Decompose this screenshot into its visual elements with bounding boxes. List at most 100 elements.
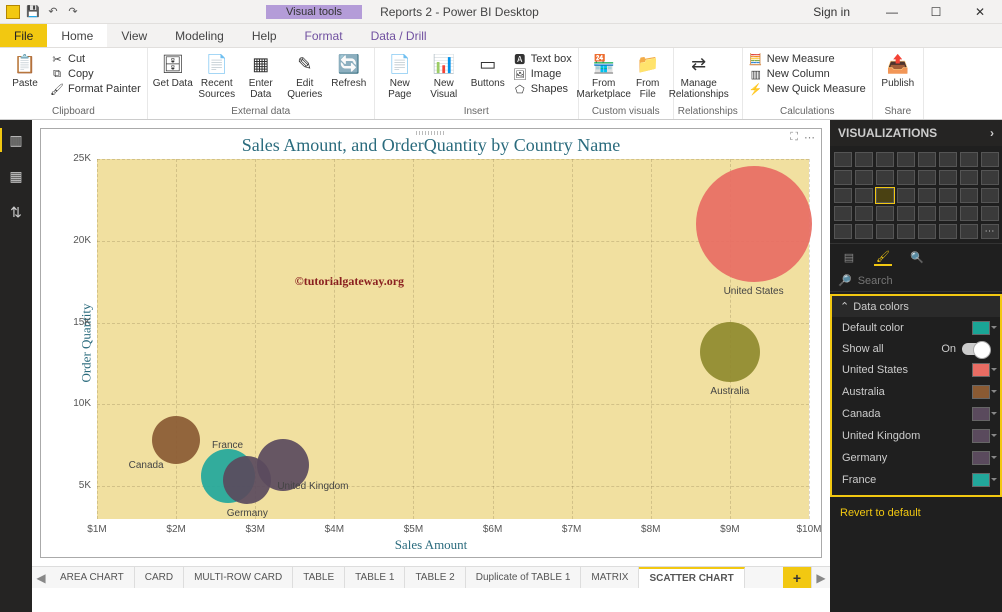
viz-type-icon[interactable] xyxy=(918,188,936,203)
from-marketplace-button[interactable]: 🏪From Marketplace xyxy=(583,50,625,100)
model-view-icon[interactable]: ⇅ xyxy=(4,200,28,224)
viz-type-icon[interactable] xyxy=(855,188,873,203)
viz-type-icon[interactable] xyxy=(981,188,999,203)
series-color-swatch[interactable] xyxy=(972,473,990,487)
viz-type-icon[interactable] xyxy=(939,152,957,167)
publish-button[interactable]: 📤Publish xyxy=(877,50,919,89)
viz-type-icon[interactable] xyxy=(876,206,894,221)
data-view-icon[interactable]: ▦ xyxy=(4,164,28,188)
viz-type-icon[interactable] xyxy=(876,224,894,239)
viz-type-icon[interactable] xyxy=(834,170,852,185)
viz-type-icon[interactable] xyxy=(939,170,957,185)
tab-help[interactable]: Help xyxy=(238,24,291,47)
viz-type-icon[interactable] xyxy=(918,152,936,167)
undo-icon[interactable]: ↶ xyxy=(46,5,60,19)
page-tab[interactable]: TABLE 2 xyxy=(405,567,465,588)
scatter-chart-visual[interactable]: ⛶ ⋯ Sales Amount, and OrderQuantity by C… xyxy=(40,128,822,558)
viz-type-icon[interactable] xyxy=(897,188,915,203)
tab-file[interactable]: File xyxy=(0,24,47,47)
page-tab[interactable]: Duplicate of TABLE 1 xyxy=(466,567,582,588)
viz-type-icon[interactable] xyxy=(960,170,978,185)
viz-type-icon[interactable] xyxy=(960,188,978,203)
viz-type-icon[interactable] xyxy=(918,170,936,185)
image-button[interactable]: 🖼Image xyxy=(511,67,574,81)
viz-type-icon[interactable] xyxy=(981,170,999,185)
viz-type-icon[interactable] xyxy=(960,152,978,167)
bubble-germany[interactable] xyxy=(223,456,271,504)
window-maximize-icon[interactable]: ☐ xyxy=(918,0,954,24)
default-color-swatch[interactable] xyxy=(972,321,990,335)
page-tab[interactable]: SCATTER CHART xyxy=(639,567,744,588)
bubble-united-states[interactable] xyxy=(696,166,812,282)
shapes-button[interactable]: ⬠Shapes xyxy=(511,82,574,96)
viz-type-icon[interactable] xyxy=(855,206,873,221)
textbox-button[interactable]: 🅰Text box xyxy=(511,52,574,66)
sign-in-link[interactable]: Sign in xyxy=(813,5,850,19)
new-page-button[interactable]: 📄New Page xyxy=(379,50,421,100)
viz-type-icon[interactable] xyxy=(939,206,957,221)
copy-button[interactable]: ⧉Copy xyxy=(48,67,143,81)
page-tabs-prev[interactable]: ◀ xyxy=(32,567,50,588)
viz-type-icon[interactable] xyxy=(897,152,915,167)
tab-view[interactable]: View xyxy=(107,24,161,47)
cut-button[interactable]: ✂Cut xyxy=(48,52,143,66)
series-color-swatch[interactable] xyxy=(972,429,990,443)
refresh-button[interactable]: 🔄Refresh xyxy=(328,50,370,89)
format-tab-icon[interactable]: 🖌 xyxy=(874,248,892,266)
viz-type-icon[interactable] xyxy=(876,188,894,203)
viz-type-icon[interactable] xyxy=(918,224,936,239)
viz-type-icon[interactable] xyxy=(855,224,873,239)
viz-type-icon[interactable] xyxy=(981,206,999,221)
report-view-icon[interactable]: ▥ xyxy=(4,128,28,152)
analytics-tab-icon[interactable]: 🔍 xyxy=(908,248,926,266)
get-data-button[interactable]: 🗄Get Data xyxy=(152,50,194,89)
show-all-toggle[interactable] xyxy=(962,343,990,355)
fields-tab-icon[interactable]: ▤ xyxy=(840,248,858,266)
viz-type-icon[interactable] xyxy=(855,170,873,185)
series-color-swatch[interactable] xyxy=(972,407,990,421)
revert-to-default-link[interactable]: Revert to default xyxy=(830,501,1002,525)
viz-type-icon[interactable] xyxy=(960,206,978,221)
new-quick-measure-button[interactable]: ⚡New Quick Measure xyxy=(747,82,868,96)
bubble-canada[interactable] xyxy=(152,416,200,464)
format-search-input[interactable] xyxy=(858,275,1000,287)
viz-type-icon[interactable] xyxy=(876,152,894,167)
new-column-button[interactable]: ▥New Column xyxy=(747,67,868,81)
tab-home[interactable]: Home xyxy=(47,24,107,47)
viz-type-icon[interactable] xyxy=(918,206,936,221)
series-color-swatch[interactable] xyxy=(972,451,990,465)
tab-format[interactable]: Format xyxy=(291,24,357,47)
viz-type-icon[interactable] xyxy=(834,152,852,167)
viz-type-icon[interactable] xyxy=(855,152,873,167)
add-page-button[interactable]: + xyxy=(783,567,812,588)
tab-modeling[interactable]: Modeling xyxy=(161,24,238,47)
page-tab[interactable]: AREA CHART xyxy=(50,567,135,588)
manage-relationships-button[interactable]: ⇄Manage Relationships xyxy=(678,50,720,100)
page-tab[interactable]: TABLE 1 xyxy=(345,567,405,588)
viz-type-icon[interactable] xyxy=(939,224,957,239)
window-close-icon[interactable]: ✕ xyxy=(962,0,998,24)
viz-type-icon[interactable] xyxy=(834,206,852,221)
viz-type-icon[interactable] xyxy=(897,224,915,239)
viz-type-icon[interactable] xyxy=(876,170,894,185)
buttons-button[interactable]: ▭Buttons xyxy=(467,50,509,89)
redo-icon[interactable]: ↷ xyxy=(66,5,80,19)
page-tab[interactable]: MATRIX xyxy=(581,567,639,588)
viz-type-icon[interactable] xyxy=(960,224,978,239)
recent-sources-button[interactable]: 📄Recent Sources xyxy=(196,50,238,100)
viz-type-icon[interactable] xyxy=(897,170,915,185)
viz-type-icon[interactable] xyxy=(834,188,852,203)
series-color-swatch[interactable] xyxy=(972,363,990,377)
viz-type-icon[interactable] xyxy=(981,224,999,239)
format-painter-button[interactable]: 🖌Format Painter xyxy=(48,82,143,96)
viz-type-icon[interactable] xyxy=(981,152,999,167)
from-file-button[interactable]: 📁From File xyxy=(627,50,669,100)
tab-data-drill[interactable]: Data / Drill xyxy=(357,24,441,47)
edit-queries-button[interactable]: ✎Edit Queries xyxy=(284,50,326,100)
page-tab[interactable]: CARD xyxy=(135,567,184,588)
page-tab[interactable]: MULTI-ROW CARD xyxy=(184,567,293,588)
page-tab[interactable]: TABLE xyxy=(293,567,345,588)
window-minimize-icon[interactable]: — xyxy=(874,0,910,24)
page-tabs-next[interactable]: ▶ xyxy=(812,567,830,588)
bubble-australia[interactable] xyxy=(700,322,760,382)
